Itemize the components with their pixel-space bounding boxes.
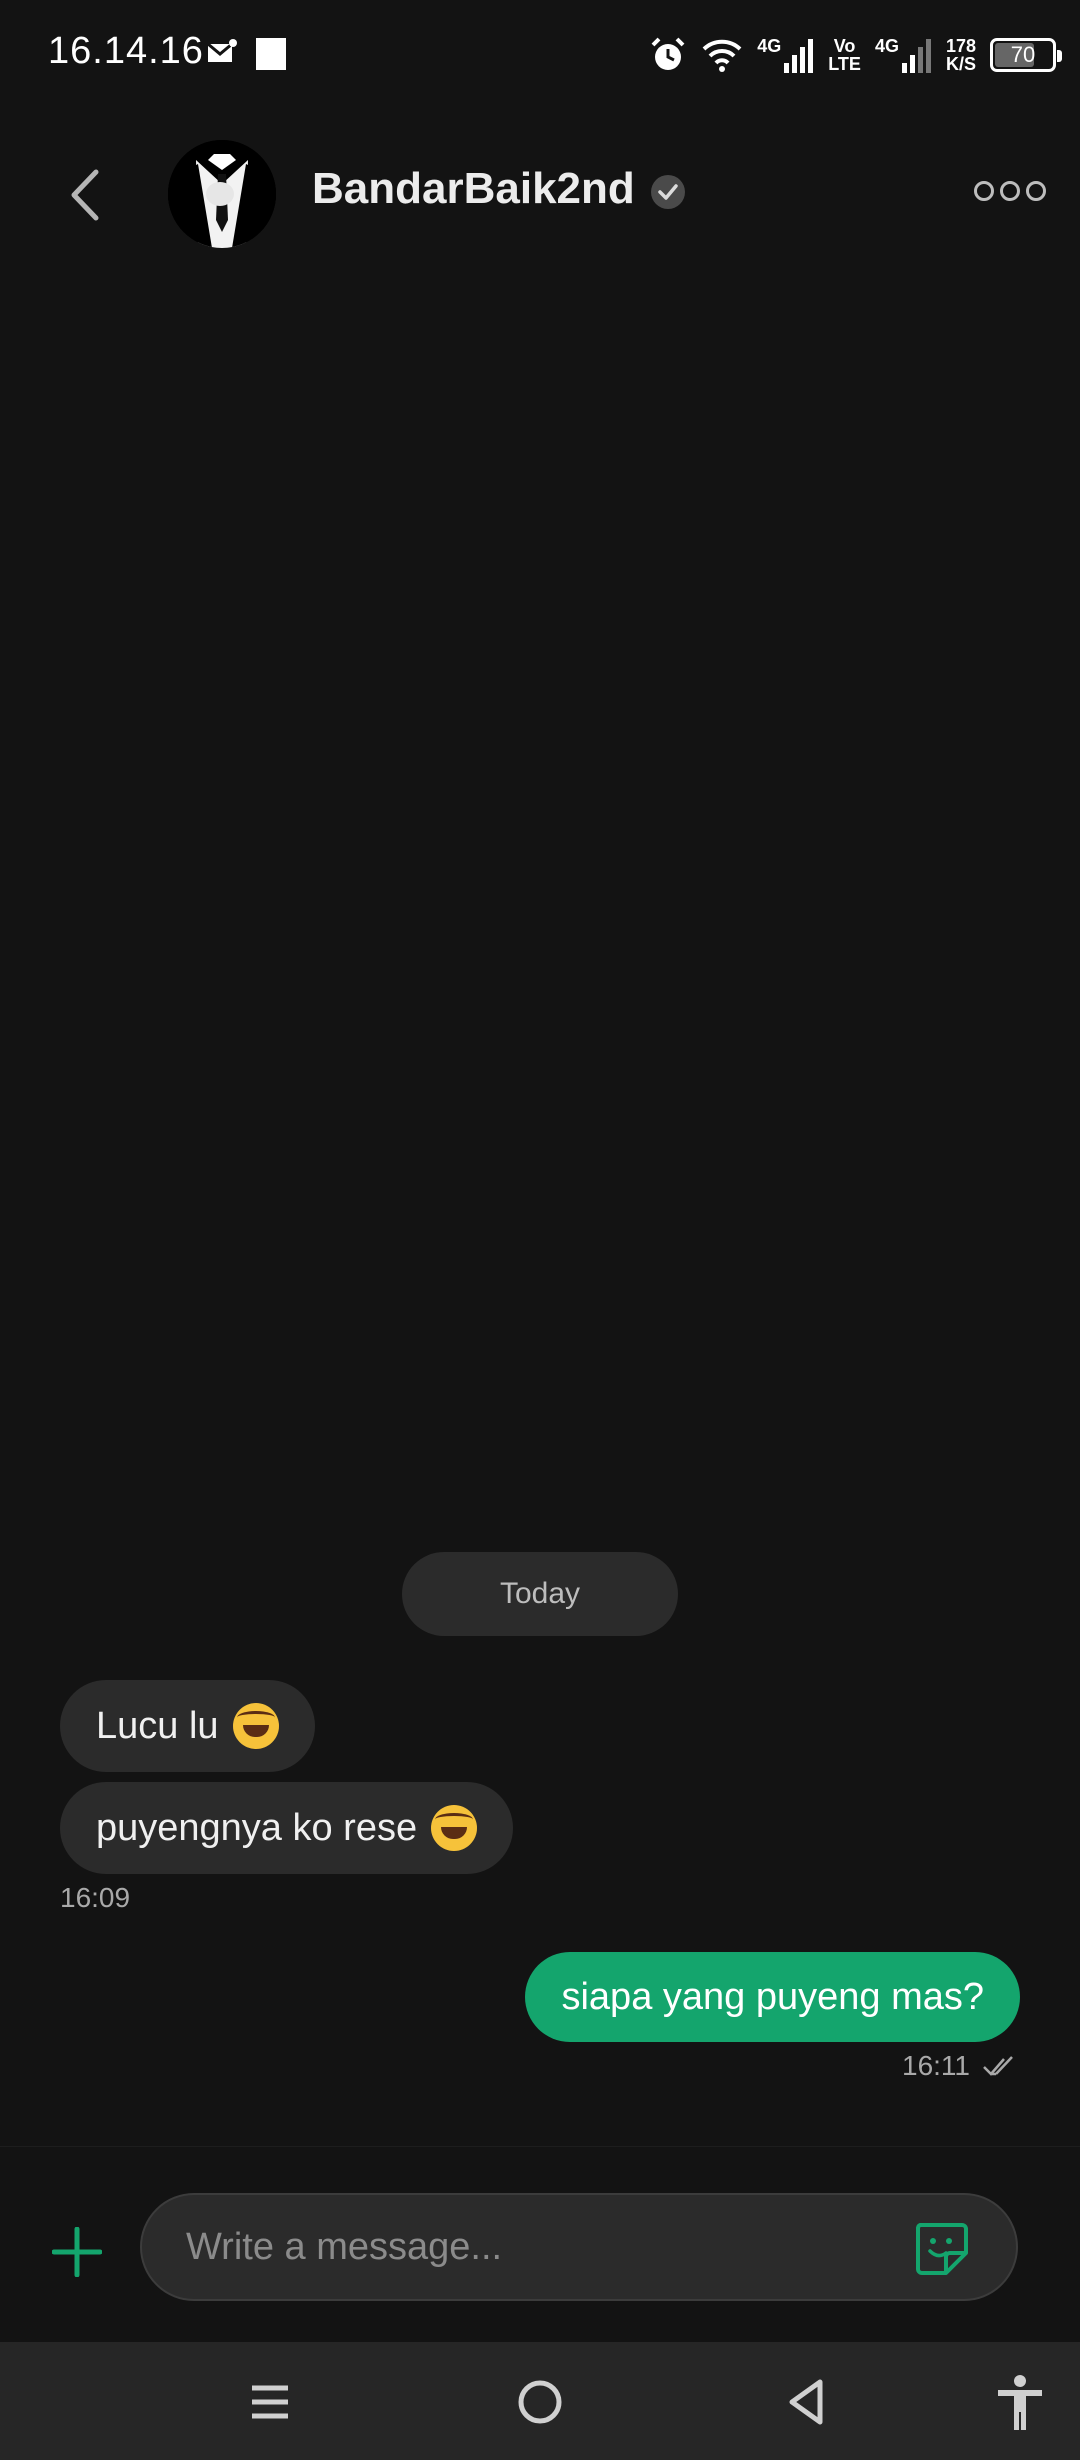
incoming-message[interactable]: Lucu lu	[60, 1680, 315, 1772]
avatar[interactable]	[168, 140, 276, 248]
status-bar: 16.14.16 4G Vo LTE 4G 178 K/S 70	[0, 0, 1080, 110]
message-text: siapa yang puyeng mas?	[561, 1975, 984, 2018]
message-input[interactable]	[186, 2217, 886, 2277]
alarm-icon	[651, 37, 685, 70]
battery-level: 70	[1010, 42, 1036, 67]
system-nav-bar	[0, 2342, 1080, 2460]
outgoing-status: 16:11	[902, 2050, 1020, 2082]
rolling-on-floor-laughing-icon	[431, 1805, 478, 1851]
contact-name[interactable]: BandarBaik2nd	[312, 164, 635, 214]
menu-icon[interactable]	[240, 2372, 300, 2432]
avatar-image	[168, 140, 276, 248]
network-speed: 178 K/S	[945, 36, 976, 74]
chat-header: BandarBaik2nd	[0, 130, 1080, 260]
outgoing-timestamp: 16:11	[902, 2050, 970, 2081]
back-button[interactable]	[56, 160, 116, 230]
status-time: 16.14.16	[48, 30, 204, 72]
volte-indicator: Vo LTE	[828, 36, 861, 74]
cell-signal-2: 4G	[875, 37, 932, 73]
incoming-message[interactable]: puyengnya ko rese	[60, 1782, 514, 1874]
incoming-timestamp: 16:09	[60, 1882, 131, 1913]
double-check-icon	[983, 2056, 1013, 2076]
wifi-icon	[702, 39, 742, 72]
signal-bars-weak-icon	[901, 39, 931, 73]
home-icon[interactable]	[510, 2372, 570, 2432]
message-text: Lucu lu	[96, 1704, 219, 1747]
signal-bars-icon	[784, 39, 814, 73]
add-attachment-button[interactable]	[52, 2227, 102, 2277]
cell-signal-1: 4G	[757, 37, 814, 73]
sticker-icon[interactable]	[912, 2219, 970, 2277]
more-dot	[1026, 181, 1046, 201]
status-indicators: 4G Vo LTE 4G 178 K/S 70	[649, 30, 1062, 80]
verified-icon	[651, 175, 685, 209]
mail-icon	[207, 39, 237, 62]
date-divider: Today	[402, 1552, 678, 1636]
rolling-on-floor-laughing-icon	[232, 1703, 279, 1749]
message-composer	[0, 2146, 1080, 2342]
back-nav-icon[interactable]	[778, 2372, 838, 2432]
outgoing-message[interactable]: siapa yang puyeng mas?	[525, 1952, 1020, 2042]
battery-icon: 70	[990, 38, 1062, 72]
notification-icon	[256, 38, 286, 70]
message-text: puyengnya ko rese	[96, 1806, 418, 1849]
more-options-button[interactable]	[974, 176, 1046, 206]
chat-screen: 16.14.16 4G Vo LTE 4G 178 K/S 70 BandarB…	[0, 0, 1080, 2460]
more-dot	[974, 181, 994, 201]
accessibility-icon[interactable]	[990, 2372, 1050, 2432]
message-input-container	[140, 2193, 1018, 2301]
more-dot	[1000, 181, 1020, 201]
